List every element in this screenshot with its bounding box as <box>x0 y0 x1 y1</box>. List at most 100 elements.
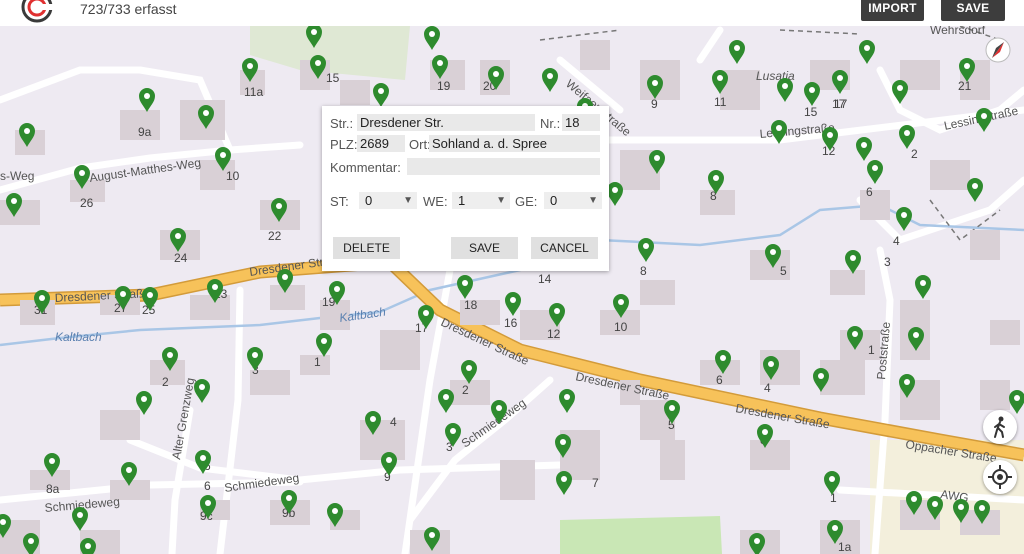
map-pin-dot <box>79 170 85 176</box>
map-pin-icon[interactable] <box>542 68 558 92</box>
house-number: 2 <box>162 375 169 389</box>
map-pin-dot <box>321 338 327 344</box>
map-pin-dot <box>850 255 856 261</box>
st-select[interactable]: 0 ▼ <box>359 192 417 209</box>
map-pin-dot <box>717 75 723 81</box>
map-pin-icon[interactable] <box>915 275 931 299</box>
map-pin-icon[interactable] <box>457 275 473 299</box>
map-pin-icon[interactable] <box>729 40 745 64</box>
map-pin-dot <box>818 373 824 379</box>
map-pin-dot <box>932 501 938 507</box>
map-pin-icon[interactable] <box>607 182 623 206</box>
map-pin-icon[interactable] <box>424 26 440 50</box>
map-pin-dot <box>332 508 338 514</box>
map-pin-icon[interactable] <box>247 347 263 371</box>
map-pin-icon[interactable] <box>899 125 915 149</box>
house-number: 14 <box>538 272 552 286</box>
map-pin-icon[interactable] <box>777 78 793 102</box>
map-pin-icon[interactable] <box>967 178 983 202</box>
ge-label: GE: <box>515 194 538 209</box>
map-pin-dot <box>175 233 181 239</box>
map-pin-icon[interactable] <box>194 379 210 403</box>
map-pin-icon[interactable] <box>505 292 521 316</box>
walk-mode-button[interactable] <box>983 410 1017 444</box>
map-pin-dot <box>612 187 618 193</box>
map-pin-icon[interactable] <box>859 40 875 64</box>
map-pin-dot <box>832 525 838 531</box>
house-number: 10 <box>614 320 628 334</box>
house-number: 10 <box>226 169 240 183</box>
ort-input[interactable]: Sohland a. d. Spree <box>429 135 600 152</box>
map-pin-dot <box>782 83 788 89</box>
capture-counter: 723/733 erfasst <box>80 1 177 17</box>
map-pin-dot <box>564 394 570 400</box>
dialog-save-button[interactable]: SAVE <box>451 237 518 259</box>
house-number: 6 <box>716 373 723 387</box>
map-pin-dot <box>252 352 258 358</box>
house-number-input[interactable]: 18 <box>562 114 600 131</box>
save-button[interactable]: SAVE <box>941 0 1005 21</box>
map-pin-icon[interactable] <box>556 471 572 495</box>
map-pin-icon[interactable] <box>976 108 992 132</box>
map-pin-dot <box>315 60 321 66</box>
street-label: Wehrsdorf <box>930 26 986 37</box>
we-select[interactable]: 1 ▼ <box>452 192 510 209</box>
locate-me-button[interactable] <box>983 460 1017 494</box>
map-pin-dot <box>872 165 878 171</box>
house-number: 17 <box>834 97 848 111</box>
house-number: 11 <box>714 95 727 109</box>
house-number: 2 <box>462 383 469 397</box>
map-pin-icon[interactable] <box>139 88 155 112</box>
map-pin-dot <box>669 405 675 411</box>
app-logo-icon <box>21 0 53 23</box>
map-pin-dot <box>24 128 30 134</box>
map-pin-dot <box>654 155 660 161</box>
map-pin-dot <box>378 88 384 94</box>
map-pin-dot <box>809 87 815 93</box>
map-pin-dot <box>286 495 292 501</box>
map-pin-icon[interactable] <box>804 82 820 106</box>
ge-select[interactable]: 0 ▼ <box>544 192 602 209</box>
map-pin-dot <box>829 476 835 482</box>
street-input[interactable]: Dresdener Str. <box>357 114 535 131</box>
map-pin-icon[interactable] <box>438 389 454 413</box>
map-pin-dot <box>199 384 205 390</box>
ort-label: Ort: <box>409 137 431 152</box>
map-pin-dot <box>466 365 472 371</box>
cancel-button[interactable]: CANCEL <box>531 237 598 259</box>
map-pin-dot <box>203 110 209 116</box>
map-pin-dot <box>144 93 150 99</box>
map-pin-dot <box>904 379 910 385</box>
house-number: 9a <box>138 125 152 139</box>
delete-button[interactable]: DELETE <box>333 237 400 259</box>
map-pin-icon[interactable] <box>559 389 575 413</box>
map-pin-icon[interactable] <box>856 137 872 161</box>
map-pin-icon[interactable] <box>638 238 654 262</box>
map-pin-dot <box>493 71 499 77</box>
house-number: 19 <box>437 79 451 93</box>
map-pin-icon[interactable] <box>896 207 912 231</box>
map-pin-icon[interactable] <box>373 83 389 107</box>
map-pin-icon[interactable] <box>867 160 883 184</box>
map-pin-dot <box>643 243 649 249</box>
map-pin-icon[interactable] <box>316 333 332 357</box>
map-pin-icon[interactable] <box>72 507 88 531</box>
map-pin-dot <box>28 538 34 544</box>
map-pin-dot <box>429 532 435 538</box>
dropdown-arrow-icon: ▼ <box>496 195 506 206</box>
comment-input[interactable] <box>407 158 600 175</box>
import-button[interactable]: IMPORT <box>861 0 924 21</box>
dropdown-arrow-icon: ▼ <box>588 195 598 206</box>
compass-icon[interactable] <box>985 37 1011 63</box>
map-pin-dot <box>972 183 978 189</box>
map-pin-dot <box>979 505 985 511</box>
map-pin-icon[interactable] <box>832 70 848 94</box>
map-pin-dot <box>496 405 502 411</box>
plz-input[interactable]: 2689 <box>357 135 405 152</box>
map-pin-dot <box>212 284 218 290</box>
map-pin-dot <box>120 291 126 297</box>
map-pin-dot <box>247 63 253 69</box>
street-label: Str.: <box>330 116 354 131</box>
house-number: 16 <box>504 316 518 330</box>
map-pin-dot <box>311 29 317 35</box>
